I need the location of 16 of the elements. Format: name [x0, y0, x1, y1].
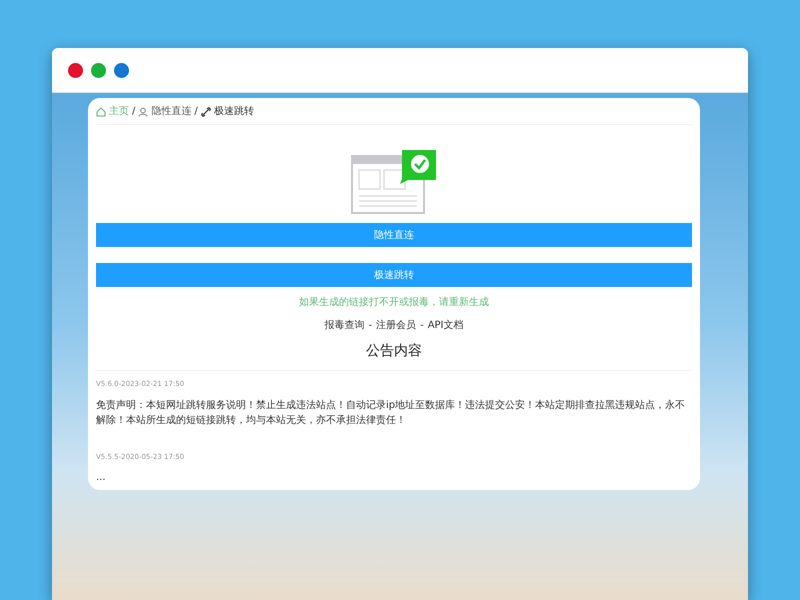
footer-link[interactable]: 注册会员 — [376, 318, 416, 333]
link-separator: - — [420, 319, 424, 333]
breadcrumb-separator: / — [132, 105, 136, 119]
announcement-title: 公告内容 — [96, 341, 692, 371]
footer-link[interactable]: 报毒查询 — [324, 318, 364, 333]
post-body: 免责声明：本短网址跳转服务说明！禁止生成违法站点！自动记录ip地址至数据库！违法提交公安！本站定期排查拉黑违规站点，永不解除！本站所生成的短链接跳转，均与本站无关，亦不承担法律责任！ — [96, 398, 686, 428]
breadcrumb-link[interactable]: 隐性直连 — [151, 104, 192, 119]
footer-link[interactable]: API文档 — [428, 318, 464, 333]
home-icon — [96, 106, 106, 116]
hint-text: 如果生成的链接打不开或报毒，请重新生成 — [298, 296, 490, 310]
link-icon — [200, 106, 211, 116]
user-icon — [138, 106, 148, 116]
breadcrumb-link[interactable]: 极速跳转 — [214, 104, 254, 119]
breadcrumb-separator: / — [194, 105, 198, 119]
link-separator: - — [368, 319, 372, 333]
post-body: ... — [96, 471, 107, 485]
